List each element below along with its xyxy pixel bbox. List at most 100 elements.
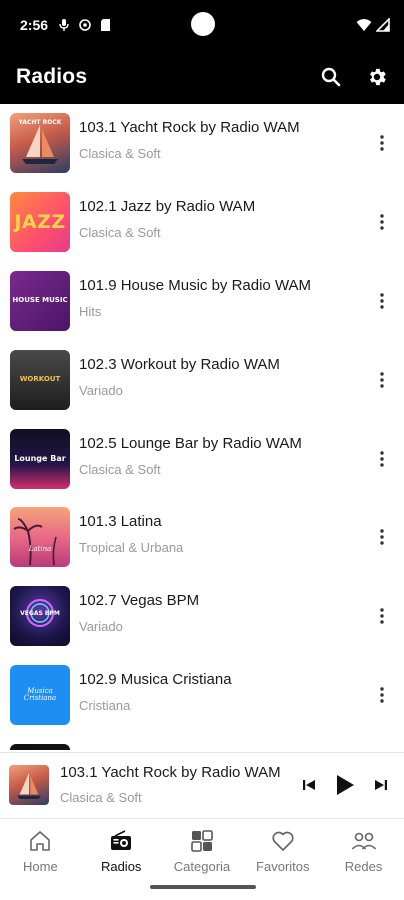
- now-playing-artwork: [9, 764, 49, 805]
- station-artwork: WORKOUT: [10, 349, 70, 410]
- now-playing-text: 103.1 Yacht Rock by Radio WAM Clasica & …: [60, 764, 296, 805]
- palm-tree-art-icon: Latina: [13, 518, 57, 566]
- station-row-vegas-bpm[interactable]: VEGAS BPM 102.7 Vegas BPM Variado: [0, 577, 404, 656]
- sd-card-status-icon: [101, 19, 111, 31]
- heart-icon: [270, 829, 296, 853]
- wifi-icon: [356, 19, 372, 31]
- search-icon: [321, 67, 341, 87]
- station-row-musica-cristiana[interactable]: Musica Cristiana 102.9 Musica Cristiana …: [0, 656, 404, 735]
- art-text: HOUSE MUSIC: [12, 296, 68, 305]
- station-text: 102.3 Workout by Radio WAM Variado: [79, 356, 370, 398]
- art-text: JAZZ: [14, 210, 66, 233]
- station-title: 102.3 Workout by Radio WAM: [79, 355, 280, 373]
- station-more-button[interactable]: [370, 123, 394, 163]
- nav-item-home[interactable]: Home: [0, 819, 81, 900]
- radio-icon: [108, 829, 134, 853]
- now-playing-title: 103.1 Yacht Rock by Radio WAM: [60, 764, 281, 781]
- sailboat-art-icon: YACHT ROCK: [18, 119, 62, 165]
- station-more-button[interactable]: [370, 675, 394, 715]
- nav-label: Favoritos: [256, 859, 310, 874]
- station-artwork: JAZZ: [10, 192, 70, 253]
- status-bar: 2:56: [0, 0, 404, 50]
- app-bar-actions: [318, 64, 390, 90]
- home-gesture-bar[interactable]: [150, 885, 256, 889]
- station-artwork: Musica Cristiana: [10, 664, 70, 725]
- station-text: 103.1 Yacht Rock by Radio WAM Clasica & …: [79, 119, 370, 162]
- station-row-partial[interactable]: [0, 734, 404, 750]
- station-more-button[interactable]: [370, 360, 394, 400]
- settings-gear-icon: [370, 68, 386, 86]
- station-row-house-music[interactable]: HOUSE MUSIC 101.9 House Music by Radio W…: [0, 262, 404, 341]
- station-artwork: VEGAS BPM: [10, 586, 70, 647]
- station-title: 102.9 Musica Cristiana: [79, 670, 232, 688]
- station-title: 103.1 Yacht Rock by Radio WAM: [79, 119, 300, 137]
- station-text: 101.9 House Music by Radio WAM Hits: [79, 277, 370, 319]
- station-title: 102.7 Vegas BPM: [79, 592, 200, 610]
- home-icon: [27, 829, 53, 853]
- nav-label: Redes: [344, 859, 383, 874]
- station-title: 102.5 Lounge Bar by Radio WAM: [79, 434, 302, 452]
- nav-item-redes[interactable]: Redes: [323, 819, 404, 900]
- neon-circle-art-icon: VEGAS BPM: [20, 599, 60, 628]
- settings-button[interactable]: [364, 64, 390, 90]
- player-controls: [296, 772, 394, 798]
- art-text: VEGAS BPM: [20, 610, 60, 617]
- more-vert-icon: [380, 687, 384, 703]
- sailboat-art-icon: [17, 772, 41, 799]
- mini-player[interactable]: 103.1 Yacht Rock by Radio WAM Clasica & …: [0, 752, 404, 816]
- station-genre: Clasica & Soft: [79, 461, 161, 477]
- station-title: 101.9 House Music by Radio WAM: [79, 276, 312, 294]
- people-icon: [351, 829, 377, 853]
- station-title: 102.1 Jazz by Radio WAM: [79, 198, 256, 216]
- play-button[interactable]: [332, 772, 358, 798]
- skip-previous-icon: [303, 779, 315, 790]
- nav-label: Radios: [100, 859, 142, 874]
- art-text: WORKOUT: [19, 375, 61, 384]
- station-artwork: [10, 743, 70, 750]
- more-vert-icon: [380, 135, 384, 152]
- station-genre: Clasica & Soft: [79, 225, 161, 241]
- more-vert-icon: [380, 372, 384, 388]
- station-row-yacht-rock[interactable]: YACHT ROCK 103.1 Yacht Rock by Radio WAM…: [0, 104, 404, 183]
- status-time: 2:56: [20, 17, 49, 33]
- status-system-icons: [356, 18, 390, 32]
- category-grid-icon: [189, 829, 215, 853]
- page-title: Radios: [16, 65, 88, 88]
- station-genre: Hits: [79, 303, 102, 319]
- station-text: 102.5 Lounge Bar by Radio WAM Clasica & …: [79, 435, 370, 477]
- station-text: 102.9 Musica Cristiana Cristiana: [79, 671, 370, 713]
- station-text: 102.1 Jazz by Radio WAM Clasica & Soft: [79, 198, 370, 241]
- more-vert-icon: [380, 450, 384, 467]
- station-genre: Variado: [79, 382, 123, 398]
- mic-status-icon: [59, 19, 69, 31]
- search-button[interactable]: [318, 64, 344, 90]
- station-text: 101.3 Latina Tropical & Urbana: [79, 513, 370, 555]
- station-genre: Clasica & Soft: [79, 146, 161, 162]
- signal-icon: [376, 18, 390, 32]
- nav-label: Home: [23, 859, 58, 874]
- art-text: Latina: [28, 545, 52, 553]
- station-list[interactable]: YACHT ROCK 103.1 Yacht Rock by Radio WAM…: [0, 104, 404, 750]
- next-button[interactable]: [368, 772, 394, 798]
- art-text: Musica Cristiana: [23, 686, 57, 702]
- station-more-button[interactable]: [370, 517, 394, 557]
- station-row-workout[interactable]: WORKOUT 102.3 Workout by Radio WAM Varia…: [0, 340, 404, 419]
- station-more-button[interactable]: [370, 202, 394, 242]
- station-artwork: Lounge Bar: [10, 428, 70, 489]
- station-more-button[interactable]: [370, 439, 394, 479]
- station-row-latina[interactable]: Latina 101.3 Latina Tropical & Urbana: [0, 498, 404, 577]
- previous-button[interactable]: [296, 772, 322, 798]
- more-vert-icon: [380, 529, 384, 546]
- station-row-jazz[interactable]: JAZZ 102.1 Jazz by Radio WAM Clasica & S…: [0, 183, 404, 262]
- station-more-button[interactable]: [370, 281, 394, 321]
- play-icon: [337, 774, 354, 795]
- nav-label: Categoria: [173, 859, 231, 874]
- more-vert-icon: [380, 293, 384, 309]
- camera-cutout: [191, 12, 215, 36]
- station-title: 101.3 Latina: [79, 513, 162, 531]
- station-more-button[interactable]: [370, 596, 394, 636]
- skip-next-icon: [375, 779, 387, 790]
- art-text: YACHT ROCK: [18, 119, 62, 126]
- station-genre: Cristiana: [79, 697, 131, 713]
- station-row-lounge-bar[interactable]: Lounge Bar 102.5 Lounge Bar by Radio WAM…: [0, 419, 404, 498]
